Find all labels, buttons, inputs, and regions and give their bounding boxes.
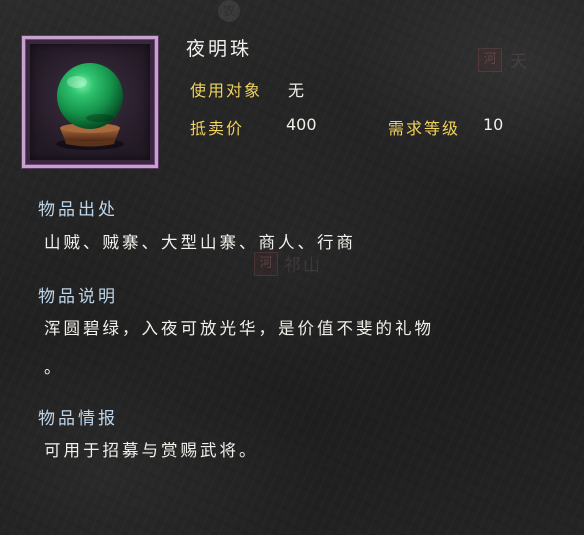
- description-line-1: 浑圆碧绿，入夜可放光华，是价值不斐的礼物: [44, 319, 434, 338]
- description-line-2: 。: [44, 358, 64, 377]
- price-value: 400: [286, 115, 317, 134]
- item-name: 夜明珠: [186, 38, 253, 60]
- level-value: 10: [483, 115, 504, 134]
- source-text: 山贼、贼寨、大型山寨、商人、行商: [44, 233, 356, 252]
- level-label: 需求等级: [388, 119, 461, 138]
- item-icon-frame: [22, 36, 158, 168]
- description-heading: 物品说明: [38, 287, 118, 307]
- intel-heading: 物品情报: [38, 409, 118, 429]
- price-label: 抵卖价: [190, 119, 245, 138]
- green-pearl-on-stand-icon: [56, 63, 124, 150]
- map-seal-icon: 河: [478, 48, 502, 72]
- map-place-label: 天: [510, 52, 529, 72]
- map-marker-icon: 农: [218, 0, 240, 22]
- intel-text: 可用于招募与赏赐武将。: [44, 441, 259, 460]
- item-icon-background: [30, 44, 150, 160]
- target-value: 无: [288, 81, 305, 100]
- source-heading: 物品出处: [38, 200, 118, 220]
- target-label: 使用对象: [190, 81, 263, 100]
